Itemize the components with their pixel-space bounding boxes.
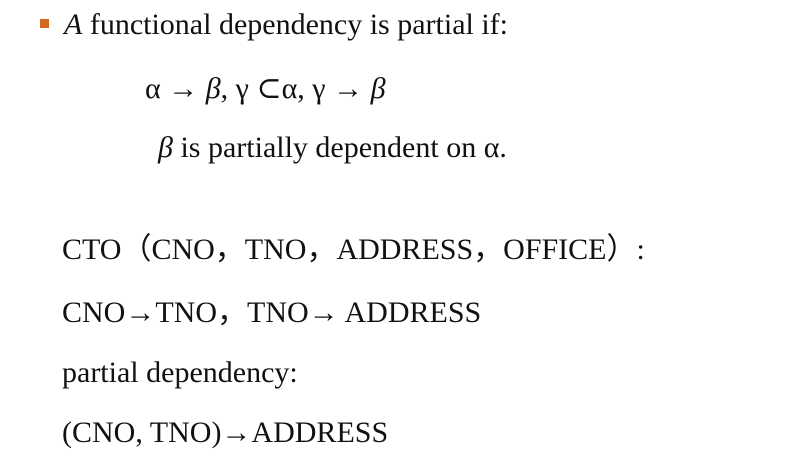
formula-comma: , (220, 72, 236, 105)
statement-text: is partially dependent on α. (172, 131, 507, 164)
statement-beta: β (158, 131, 173, 164)
heading-text: functional dependency is partial if: (82, 8, 509, 41)
formula-gamma: γ (235, 72, 249, 105)
functional-dependencies: CNO→TNO，TNO→ ADDRESS (62, 296, 482, 329)
formula-beta-2: β (370, 72, 386, 105)
partial-dependency-label: partial dependency: (62, 356, 298, 389)
formula-subset: ⊂ (248, 72, 282, 105)
formula-alpha: α (145, 72, 161, 105)
definition-heading: A functional dependency is partial if: (64, 10, 508, 40)
formula-gamma-2: γ (312, 72, 326, 105)
formula-arrow: → (160, 72, 206, 105)
square-bullet-icon (40, 19, 49, 28)
formula-comma-2: , (297, 72, 313, 105)
relation-schema: CTO（CNO，TNO，ADDRESS，OFFICE）: (62, 233, 645, 266)
formula-alpha-2: α (281, 72, 298, 105)
formula-beta: β (205, 72, 221, 105)
partial-dependency-example: (CNO, TNO)→ADDRESS (62, 416, 389, 449)
partial-statement: β is partially dependent on α. (158, 133, 507, 163)
heading-italic-letter: A (64, 8, 83, 41)
formula-line: α → β, γ ⊂α, γ → β (145, 74, 386, 104)
formula-arrow-2: → (325, 72, 371, 105)
